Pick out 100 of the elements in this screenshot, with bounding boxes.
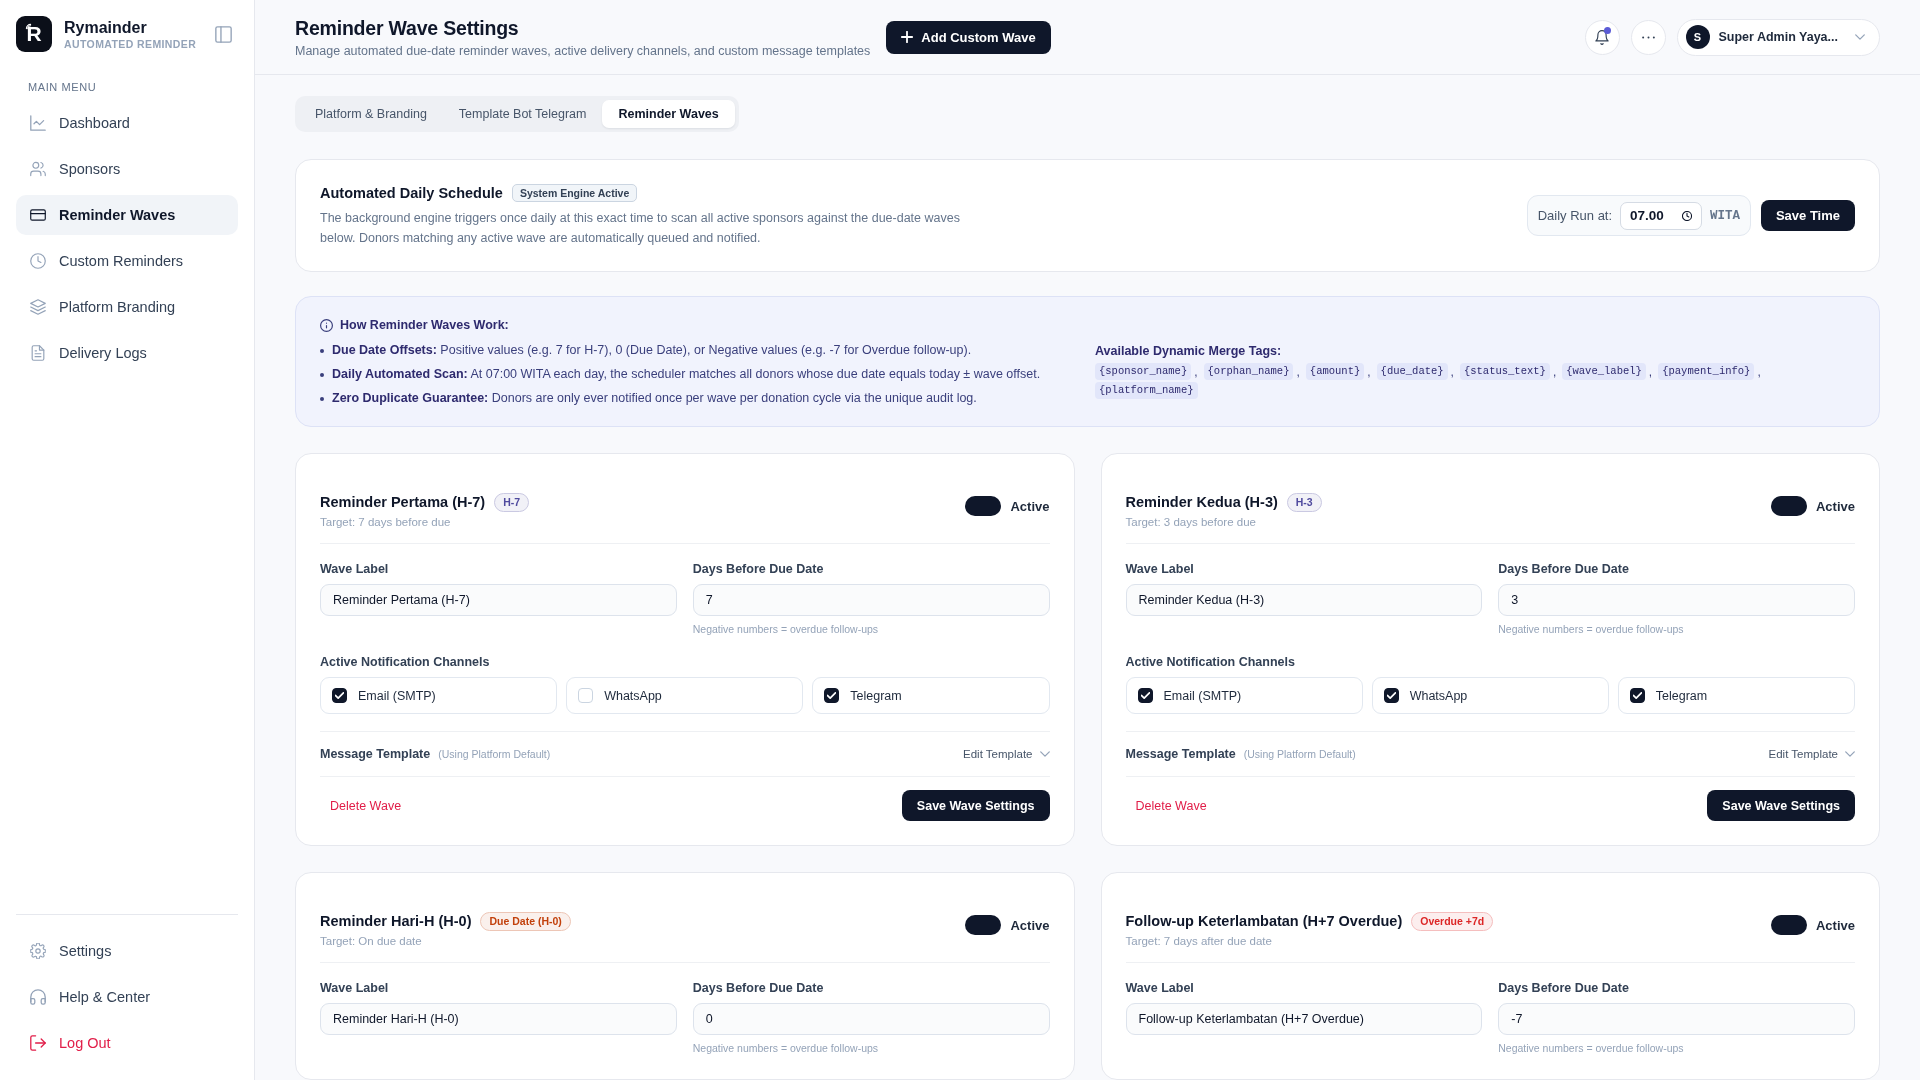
wave-badge: Due Date (H-0) — [480, 911, 571, 931]
wave-badge: H-7 — [494, 492, 530, 512]
tab[interactable]: Reminder Waves — [602, 100, 735, 128]
tab[interactable]: Template Bot Telegram — [442, 100, 603, 128]
field-label: Wave Label — [1125, 980, 1195, 996]
checkbox[interactable] — [824, 688, 840, 703]
delete-wave-button[interactable]: Delete Wave — [1125, 792, 1217, 819]
template-label: Message Template — [320, 747, 431, 761]
info-point: Daily Automated Scan: At 07:00 WITA each day, the scheduler matches all donors whose due date equals today ± wave offset. — [332, 366, 1041, 383]
field-label: Active Notification Channels — [1125, 654, 1296, 670]
wave-badge: H-3 — [1286, 492, 1322, 512]
tab[interactable]: Platform & Branding — [299, 100, 443, 128]
nav-item[interactable]: Platform Branding — [16, 287, 238, 327]
channel-option[interactable]: Email (SMTP) — [320, 677, 558, 714]
bullet-icon — [320, 348, 324, 353]
user-menu-button[interactable]: S Super Admin Yaya... — [1676, 18, 1880, 56]
time-field[interactable]: 07.00 — [1620, 201, 1702, 230]
nav-item[interactable]: Dashboard — [16, 103, 238, 143]
text-input[interactable]: Reminder Pertama (H-7) — [320, 584, 677, 616]
number-input[interactable]: 7 — [692, 584, 1050, 616]
check-icon — [827, 692, 837, 699]
field-hint: Negative numbers = overdue follow-ups — [692, 1041, 880, 1055]
wave-title: Follow-up Keterlambatan (H+7 Overdue) — [1125, 912, 1403, 931]
info-icon — [320, 318, 333, 332]
save-wave-settings-button[interactable]: Save Wave Settings — [1707, 790, 1855, 821]
channel-option[interactable]: WhatsApp — [566, 677, 804, 714]
credit-card-icon — [30, 207, 46, 223]
checkbox[interactable] — [1137, 688, 1153, 703]
nav-item[interactable]: Settings — [16, 931, 238, 971]
delete-wave-button[interactable]: Delete Wave — [320, 792, 412, 819]
separator: , — [1194, 364, 1198, 379]
merge-tag: {amount} — [1305, 363, 1365, 380]
separator: , — [1296, 364, 1300, 379]
separator: , — [1757, 364, 1761, 379]
separator: , — [1450, 364, 1454, 379]
log-out-icon — [30, 1035, 46, 1051]
bullet-icon — [320, 372, 324, 377]
merge-tag: {due_date} — [1376, 363, 1448, 380]
add-custom-wave-button[interactable]: Add Custom Wave — [886, 20, 1051, 54]
nav-item[interactable]: Sponsors — [16, 149, 238, 189]
separator: , — [1367, 364, 1371, 379]
field-label: Daily Run at: — [1537, 208, 1613, 223]
chevron-down-icon — [1855, 34, 1865, 40]
toggle-switch[interactable] — [1770, 496, 1807, 516]
brand-name: Rymainder — [64, 17, 148, 37]
wave-title: Reminder Kedua (H-3) — [1125, 493, 1278, 512]
timezone-label: WITA — [1709, 208, 1740, 223]
field-hint: Negative numbers = overdue follow-ups — [1498, 622, 1685, 636]
app-logo: R — [16, 16, 52, 52]
number-input[interactable]: -7 — [1498, 1003, 1855, 1035]
channel-option[interactable]: Email (SMTP) — [1125, 677, 1363, 714]
edit-template-button[interactable]: Edit Template — [963, 748, 1050, 760]
wave-badge: Overdue +7d — [1411, 911, 1494, 931]
number-input[interactable]: 0 — [692, 1003, 1050, 1035]
field-label: Active Notification Channels — [320, 654, 491, 670]
save-time-button[interactable]: Save Time — [1760, 200, 1855, 231]
info-point: Zero Duplicate Guarantee: Donors are only ever notified once per wave per donation cycle via the unique audit log. — [332, 390, 977, 407]
channel-option[interactable]: Telegram — [812, 677, 1050, 714]
edit-template-button[interactable]: Edit Template — [1768, 748, 1855, 760]
users-icon — [30, 161, 46, 177]
toggle-switch[interactable] — [965, 915, 1002, 935]
number-input[interactable]: 3 — [1498, 584, 1855, 616]
nav-item[interactable]: Help & Center — [16, 977, 238, 1017]
clock-icon — [1681, 210, 1692, 221]
text-input[interactable]: Follow-up Keterlambatan (H+7 Overdue) — [1125, 1003, 1483, 1035]
nav-item[interactable]: Reminder Waves — [16, 195, 238, 235]
text-input[interactable]: Reminder Hari-H (H-0) — [320, 1003, 677, 1035]
channel-option[interactable]: Telegram — [1617, 677, 1855, 714]
field-hint: Negative numbers = overdue follow-ups — [1498, 1041, 1685, 1055]
checkbox[interactable] — [1629, 688, 1645, 703]
wave-title: Reminder Hari-H (H-0) — [320, 912, 472, 931]
nav-item[interactable]: Custom Reminders — [16, 241, 238, 281]
sidebar-toggle-icon[interactable] — [215, 25, 232, 43]
section-label: MAIN MENU — [28, 80, 98, 94]
page-subtitle: Manage automated due-date reminder waves, active delivery channels, and custom message templates — [295, 42, 871, 59]
text-input[interactable]: Reminder Kedua (H-3) — [1125, 584, 1483, 616]
toggle-label: Active — [1010, 498, 1050, 514]
template-note: (Using Platform Default) — [1243, 748, 1356, 760]
clock-icon — [30, 253, 46, 269]
field-label: Days Before Due Date — [692, 561, 825, 577]
field-label: Wave Label — [1125, 561, 1195, 577]
channel-option[interactable]: WhatsApp — [1371, 677, 1609, 714]
wave-target: Target: 7 days after due date — [1125, 934, 1273, 949]
notifications-button[interactable] — [1584, 19, 1620, 55]
toggle-switch[interactable] — [965, 496, 1002, 516]
wave-target: Target: On due date — [320, 934, 423, 949]
toggle-switch[interactable] — [1770, 915, 1807, 935]
merge-tag: {wave_label} — [1562, 363, 1646, 380]
wave-target: Target: 3 days before due — [1125, 515, 1257, 530]
checkbox[interactable] — [1383, 688, 1399, 703]
save-wave-settings-button[interactable]: Save Wave Settings — [901, 790, 1050, 821]
nav-item[interactable]: Log Out — [16, 1023, 238, 1063]
toggle-label: Active — [1815, 917, 1855, 933]
info-title: How Reminder Waves Work: — [340, 318, 509, 332]
page-title: Reminder Wave Settings — [295, 15, 520, 40]
check-icon — [335, 692, 344, 699]
field-label: Days Before Due Date — [1498, 561, 1630, 577]
more-icon — [1641, 35, 1655, 39]
checkbox[interactable] — [332, 688, 347, 703]
nav-item[interactable]: Delivery Logs — [16, 333, 238, 373]
